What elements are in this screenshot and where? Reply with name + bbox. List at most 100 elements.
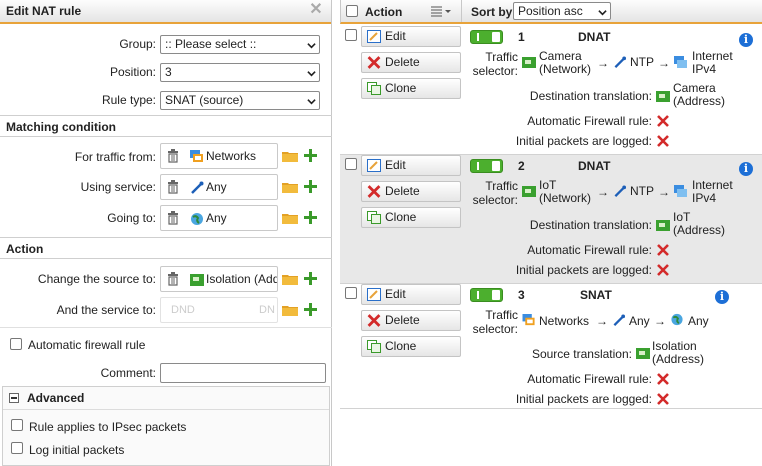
change-source-picker[interactable]: Isolation (Add xyxy=(160,266,278,292)
rule-type: DNAT xyxy=(578,30,611,44)
rule-source-name: IoT xyxy=(539,178,557,192)
rule-number: 2 xyxy=(518,159,525,173)
collapse-icon[interactable] xyxy=(9,393,19,403)
arrow-right-icon: → xyxy=(596,314,608,328)
traffic-from-label: For traffic from: xyxy=(74,150,156,164)
trash-icon[interactable] xyxy=(167,180,179,194)
rule-row: Edit Delete Clone 1 DNAT i Traffic select… xyxy=(340,26,762,155)
traffic-from-picker[interactable]: Networks xyxy=(160,143,278,169)
chevron-down-icon xyxy=(307,71,316,77)
arrow-right-icon: → xyxy=(658,56,670,70)
delete-button[interactable]: Delete xyxy=(361,181,461,202)
going-to-picker[interactable]: Any xyxy=(160,205,278,231)
false-x-icon xyxy=(657,393,669,405)
false-x-icon xyxy=(657,135,669,147)
edit-button[interactable]: Edit xyxy=(361,26,461,47)
select-all-checkbox[interactable] xyxy=(346,5,358,17)
delete-label: Delete xyxy=(385,184,420,198)
matching-condition-heading: Matching condition xyxy=(0,115,332,137)
rule-translation: IoT (Address) xyxy=(673,211,725,237)
trash-icon[interactable] xyxy=(167,211,179,225)
folder-icon[interactable] xyxy=(282,212,298,224)
rule-service: NTP xyxy=(630,184,654,198)
column-menu-icon[interactable] xyxy=(431,6,453,17)
translation-label: Destination translation: xyxy=(529,218,652,232)
comment-input[interactable] xyxy=(160,363,326,383)
clone-button[interactable]: Clone xyxy=(361,207,461,228)
folder-icon[interactable] xyxy=(282,304,298,316)
divider xyxy=(3,409,329,410)
position-select-value: 3 xyxy=(165,65,172,79)
rule-destination-name: Internet xyxy=(692,49,733,63)
rule-checkbox[interactable] xyxy=(345,29,357,41)
service-wrench-icon xyxy=(191,181,204,194)
service-picker[interactable]: Any xyxy=(160,174,278,200)
arrow-right-icon: → xyxy=(654,314,666,328)
delete-button[interactable]: Delete xyxy=(361,52,461,73)
arrow-right-icon: → xyxy=(658,185,670,199)
rule-translation-kind: (Address) xyxy=(673,94,726,108)
info-icon[interactable]: i xyxy=(715,290,729,304)
network-icon xyxy=(522,57,536,68)
rule-enabled-toggle[interactable] xyxy=(470,30,503,44)
info-icon[interactable]: i xyxy=(739,162,753,176)
rule-translation-name: Camera xyxy=(673,81,716,95)
group-label: Group: xyxy=(119,37,156,51)
folder-icon[interactable] xyxy=(282,181,298,193)
service-to-picker[interactable]: DND DN xyxy=(160,297,278,323)
rule-translation-kind: (Address) xyxy=(652,352,705,366)
edit-button[interactable]: Edit xyxy=(361,155,461,176)
trash-icon[interactable] xyxy=(167,272,179,286)
traffic-selector-label: Traffic selector: xyxy=(458,179,518,207)
false-x-icon xyxy=(657,373,669,385)
group-select[interactable]: :: Please select :: xyxy=(160,35,320,54)
add-icon[interactable] xyxy=(304,149,317,162)
rule-checkbox[interactable] xyxy=(345,158,357,170)
selector-word: selector: xyxy=(472,193,518,207)
sort-select[interactable]: Position asc xyxy=(513,2,611,20)
globe-icon xyxy=(671,313,683,326)
add-icon[interactable] xyxy=(304,303,317,316)
traffic-selector-label: Traffic selector: xyxy=(458,50,518,78)
translation-label: Destination translation: xyxy=(529,89,652,103)
ipsec-checkbox[interactable] xyxy=(11,419,23,431)
false-x-icon xyxy=(657,244,669,256)
clone-icon xyxy=(367,340,381,353)
add-icon[interactable] xyxy=(304,272,317,285)
rule-enabled-toggle[interactable] xyxy=(470,288,503,302)
delete-button[interactable]: Delete xyxy=(361,310,461,331)
add-icon[interactable] xyxy=(304,211,317,224)
clone-button[interactable]: Clone xyxy=(361,336,461,357)
rule-checkbox[interactable] xyxy=(345,287,357,299)
folder-icon[interactable] xyxy=(282,150,298,162)
close-icon[interactable]: ✕ xyxy=(309,2,323,18)
sort-label: Sort by: xyxy=(471,5,517,19)
log-initial-checkbox[interactable] xyxy=(11,442,23,454)
edit-button[interactable]: Edit xyxy=(361,284,461,305)
rule-type: DNAT xyxy=(578,159,611,173)
info-icon[interactable]: i xyxy=(739,33,753,47)
internet-icon xyxy=(674,185,687,197)
rule-source: Camera (Network) xyxy=(539,50,591,76)
edit-label: Edit xyxy=(385,287,406,301)
rule-source-name: Camera xyxy=(539,49,582,63)
folder-icon[interactable] xyxy=(282,273,298,285)
clone-button[interactable]: Clone xyxy=(361,78,461,99)
rule-translation-name: Isolation xyxy=(652,339,697,353)
rule-type-select[interactable]: SNAT (source) xyxy=(160,91,320,110)
arrow-right-icon: → xyxy=(597,56,609,70)
comment-label: Comment: xyxy=(100,366,156,380)
address-icon xyxy=(190,274,204,286)
rule-destination-name: Internet xyxy=(692,178,733,192)
position-select[interactable]: 3 xyxy=(160,63,320,82)
rule-destination: Internet IPv4 xyxy=(692,179,733,205)
service-to-placeholder-right: DN xyxy=(259,304,275,316)
rule-enabled-toggle[interactable] xyxy=(470,159,503,173)
rule-number: 3 xyxy=(518,288,525,302)
trash-icon[interactable] xyxy=(167,149,179,163)
add-icon[interactable] xyxy=(304,180,317,193)
delete-x-icon xyxy=(367,314,381,327)
auto-firewall-checkbox[interactable] xyxy=(10,338,22,350)
traffic-word: Traffic xyxy=(485,50,518,64)
edit-nat-rule-panel: Edit NAT rule ✕ Group: :: Please select … xyxy=(0,0,332,466)
